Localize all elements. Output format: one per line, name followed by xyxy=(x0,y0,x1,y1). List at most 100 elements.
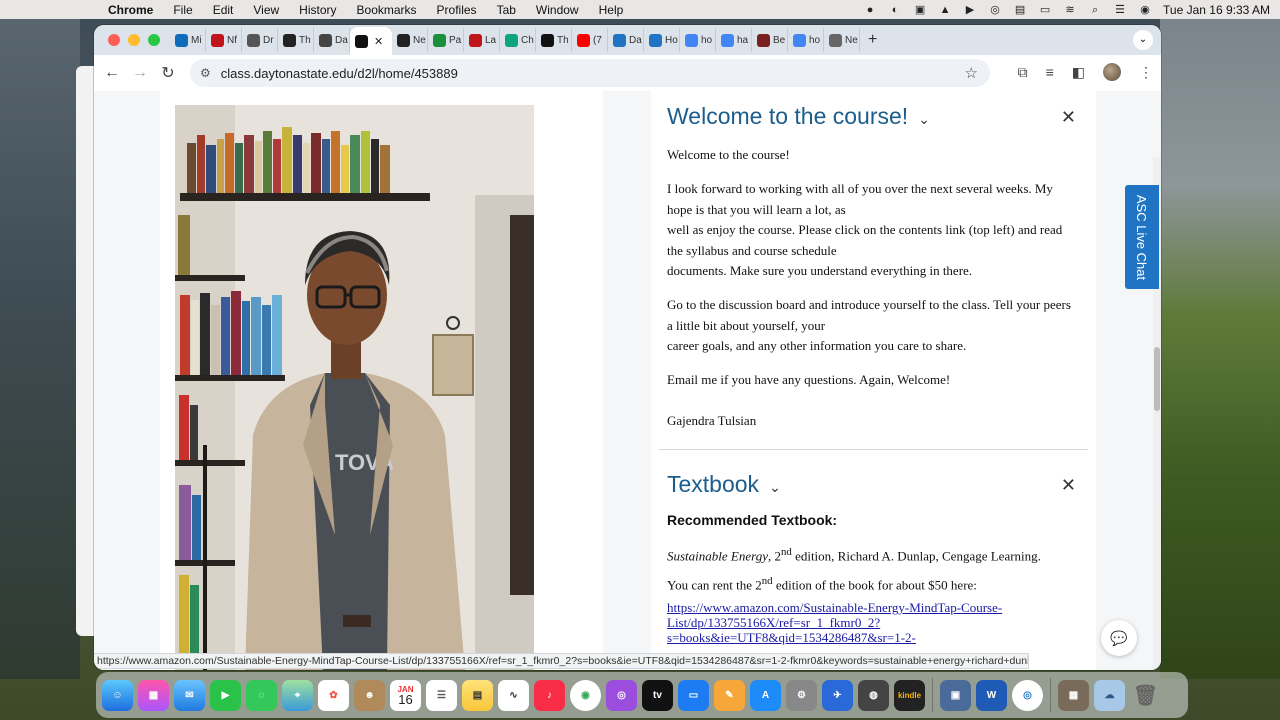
testflight-icon[interactable]: ✈ xyxy=(822,679,853,711)
minimize-window-button[interactable] xyxy=(128,34,140,46)
word-icon[interactable]: W xyxy=(976,679,1007,711)
tab-active[interactable]: ✕ xyxy=(350,27,392,55)
browser-tab[interactable]: Nf xyxy=(206,28,242,52)
extensions-icon[interactable]: ⧉ xyxy=(1018,64,1028,81)
browser-tab[interactable]: Ch xyxy=(500,28,536,52)
contacts-icon[interactable]: ☻ xyxy=(354,679,385,711)
address-url[interactable]: class.daytonastate.edu/d2l/home/453889 xyxy=(221,66,458,81)
chevron-down-icon[interactable]: ⌄ xyxy=(918,111,930,128)
pages-icon[interactable]: ✎ xyxy=(714,679,745,711)
search-icon[interactable]: ⌕ xyxy=(1088,4,1102,16)
chrome-menu-icon[interactable]: ⋮ xyxy=(1139,64,1153,81)
background-window[interactable] xyxy=(76,66,96,636)
menu-window[interactable]: Window xyxy=(536,3,579,17)
browser-tab[interactable]: Ne xyxy=(824,28,860,52)
freeform-icon[interactable]: ∿ xyxy=(498,679,529,711)
amazon-textbook-link[interactable]: https://www.amazon.com/Sustainable-Energ… xyxy=(667,600,1082,645)
music-icon[interactable]: ♪ xyxy=(534,679,565,711)
launchpad-icon[interactable]: ▦ xyxy=(138,679,169,711)
chat-bubble-icon[interactable]: 💬 xyxy=(1101,620,1137,656)
site-info-icon[interactable]: ⚙ xyxy=(200,66,211,80)
browser-tab[interactable]: ho xyxy=(680,28,716,52)
menu-app-name[interactable]: Chrome xyxy=(108,3,153,17)
menu-history[interactable]: History xyxy=(299,3,336,17)
siri-icon[interactable]: ◉ xyxy=(1138,4,1152,16)
scrollbar-thumb[interactable] xyxy=(1154,347,1160,411)
keynote-icon[interactable]: ▭ xyxy=(678,679,709,711)
new-tab-button[interactable]: + xyxy=(868,31,877,49)
link-line[interactable]: https://www.amazon.com/Sustainable-Energ… xyxy=(667,600,1082,615)
browser-tab[interactable]: Mi xyxy=(170,28,206,52)
podcasts-icon[interactable]: ◎ xyxy=(606,679,637,711)
finder-icon[interactable]: ☺ xyxy=(102,679,133,711)
close-window-button[interactable] xyxy=(108,34,120,46)
menu-profiles[interactable]: Profiles xyxy=(437,3,477,17)
system-settings-icon[interactable]: ⚙ xyxy=(786,679,817,711)
profile-avatar[interactable] xyxy=(1103,63,1121,81)
menu-tab[interactable]: Tab xyxy=(497,3,516,17)
photos-icon[interactable]: ✿ xyxy=(318,679,349,711)
chrome-icon[interactable]: ◉ xyxy=(570,679,601,711)
reminders-icon[interactable]: ☰ xyxy=(426,679,457,711)
browser-tab[interactable]: Th xyxy=(278,28,314,52)
maps-icon[interactable]: ⌖ xyxy=(282,679,313,711)
link-line[interactable]: s=books&ie=UTF8&qid=1534286487&sr=1-2- xyxy=(667,630,1082,645)
forward-button[interactable]: → xyxy=(126,64,154,82)
browser-tab[interactable]: Da xyxy=(608,28,644,52)
notes-icon[interactable]: ▤ xyxy=(462,679,493,711)
browser-tab[interactable]: Be xyxy=(752,28,788,52)
trash-icon[interactable]: 🗑 xyxy=(1130,680,1161,711)
browser-tab[interactable]: Da xyxy=(314,28,350,52)
reading-list-icon[interactable]: ≡ xyxy=(1046,64,1054,80)
chevron-down-icon[interactable]: ⌄ xyxy=(769,479,781,496)
browser-tab[interactable]: La xyxy=(464,28,500,52)
zoom-window-button[interactable] xyxy=(148,34,160,46)
play-icon[interactable]: ▶ xyxy=(963,4,977,16)
asc-live-chat-tab[interactable]: ASC Live Chat xyxy=(1125,185,1159,289)
browser-tab[interactable]: Ho xyxy=(644,28,680,52)
calendar-icon[interactable]: JAN 16 xyxy=(390,679,421,711)
record-icon[interactable]: ● xyxy=(863,4,877,16)
textbook-widget-title[interactable]: Textbook ⌄ xyxy=(667,471,781,498)
apple-tv-icon[interactable]: tv xyxy=(642,679,673,711)
icloud-drive-icon[interactable]: ☁ xyxy=(1094,679,1125,711)
browser-tab[interactable]: (7 xyxy=(572,28,608,52)
app-store-icon[interactable]: A xyxy=(750,679,781,711)
vpn-icon[interactable]: ◐ xyxy=(888,4,902,16)
messages-icon[interactable]: ◌ xyxy=(246,679,277,711)
reload-button[interactable]: ↻ xyxy=(154,63,182,83)
drive-icon[interactable]: ▲ xyxy=(938,4,952,16)
battery-icon[interactable]: ▭ xyxy=(1038,4,1052,16)
browser-tab[interactable]: ho xyxy=(788,28,824,52)
bookmark-star-icon[interactable]: ☆ xyxy=(965,64,978,82)
menu-help[interactable]: Help xyxy=(599,3,624,17)
control-center-icon[interactable]: ☰ xyxy=(1113,4,1127,16)
recent-window-icon[interactable]: ▦ xyxy=(1058,679,1089,711)
browser-tab[interactable]: ha xyxy=(716,28,752,52)
close-icon[interactable]: ✕ xyxy=(1061,475,1076,496)
menu-view[interactable]: View xyxy=(253,3,279,17)
mail-icon[interactable]: ✉ xyxy=(174,679,205,711)
keyboard-icon[interactable]: ▤ xyxy=(1013,4,1027,16)
menu-clock[interactable]: Tue Jan 16 9:33 AM xyxy=(1163,3,1270,17)
address-bar[interactable]: ⚙ class.daytonastate.edu/d2l/home/453889… xyxy=(190,59,990,87)
browser-tab[interactable]: Ne xyxy=(392,28,428,52)
welcome-widget-title[interactable]: Welcome to the course! ⌄ xyxy=(667,103,930,130)
menu-file[interactable]: File xyxy=(173,3,192,17)
camera-app-icon[interactable]: ◍ xyxy=(858,679,889,711)
camera-icon[interactable]: ▣ xyxy=(913,4,927,16)
zoom-app-icon[interactable]: ◎ xyxy=(1012,679,1043,711)
tab-search-button[interactable]: ⌄ xyxy=(1133,30,1153,50)
preview-icon[interactable]: ▣ xyxy=(940,679,971,711)
menu-bookmarks[interactable]: Bookmarks xyxy=(357,3,417,17)
browser-tab[interactable]: Dr xyxy=(242,28,278,52)
menu-edit[interactable]: Edit xyxy=(213,3,234,17)
browser-tab[interactable]: Th xyxy=(536,28,572,52)
facetime-icon[interactable]: ▶ xyxy=(210,679,241,711)
kindle-icon[interactable]: kindle xyxy=(894,679,925,711)
wifi-icon[interactable]: ≋ xyxy=(1063,4,1077,16)
close-tab-icon[interactable]: ✕ xyxy=(374,35,383,48)
airdrop-icon[interactable]: ◎ xyxy=(988,4,1002,16)
browser-tab[interactable]: Pa xyxy=(428,28,464,52)
close-icon[interactable]: ✕ xyxy=(1061,107,1076,128)
